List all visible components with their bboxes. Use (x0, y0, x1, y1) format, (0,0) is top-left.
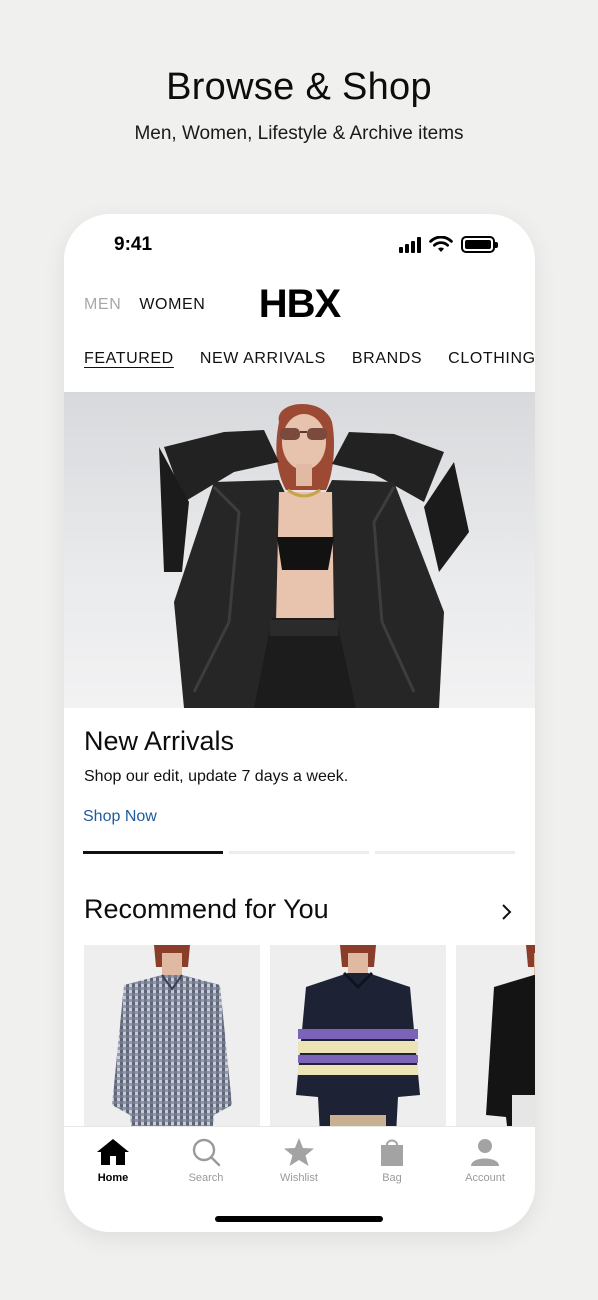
wifi-icon (429, 236, 453, 252)
carousel-indicator[interactable] (83, 851, 515, 854)
carousel-dot-2[interactable] (229, 851, 369, 854)
tab-featured[interactable]: FEATURED (84, 350, 174, 368)
recommend-title: Recommend for You (84, 894, 329, 924)
status-icons (399, 236, 498, 253)
home-icon (97, 1139, 129, 1165)
chevron-right-icon[interactable] (496, 902, 516, 922)
carousel-dot-3[interactable] (375, 851, 515, 854)
striped-polo-image (296, 945, 420, 1135)
promo-title: Browse & Shop (166, 66, 432, 108)
battery-icon (461, 236, 498, 253)
tab-bag[interactable]: Bag (352, 1137, 432, 1184)
hero-banner-image[interactable] (64, 392, 535, 708)
shop-now-link[interactable]: Shop Now (83, 808, 157, 826)
tab-brands[interactable]: BRANDS (352, 350, 422, 368)
account-icon (471, 1139, 499, 1166)
tab-new-arrivals[interactable]: NEW ARRIVALS (200, 350, 326, 368)
tab-search[interactable]: Search (166, 1137, 246, 1184)
star-icon (284, 1138, 314, 1166)
promo-subtitle: Men, Women, Lifestyle & Archive items (134, 123, 464, 144)
gingham-shirt-image (112, 945, 232, 1135)
black-cardigan-image (486, 945, 535, 1135)
signal-icon (399, 236, 421, 253)
tab-search-label: Search (188, 1172, 224, 1184)
product-card-striped-polo[interactable] (270, 945, 446, 1135)
tab-home-label: Home (97, 1172, 129, 1184)
home-indicator (215, 1216, 383, 1222)
tab-clothing[interactable]: CLOTHING (448, 350, 535, 368)
model-in-leather-jacket-image (159, 403, 469, 708)
carousel-dot-1[interactable] (83, 851, 223, 854)
tab-bag-label: Bag (382, 1172, 402, 1184)
tab-account-label: Account (465, 1172, 505, 1184)
tab-account[interactable]: Account (445, 1137, 525, 1184)
tab-wishlist[interactable]: Wishlist (259, 1137, 339, 1184)
bag-icon (381, 1139, 403, 1166)
banner-description: Shop our edit, update 7 days a week. (84, 768, 349, 785)
status-time: 9:41 (114, 234, 153, 255)
category-tabs: FEATURED NEW ARRIVALS BRANDS CLOTHING (84, 350, 535, 368)
status-bar: 9:41 (64, 214, 535, 276)
product-card-gingham-shirt[interactable] (84, 945, 260, 1135)
product-carousel (84, 945, 535, 1135)
phone-frame: 9:41 MEN WOMEN HBX FEATURED NEW ARRIVALS… (64, 214, 535, 1232)
tab-wishlist-label: Wishlist (280, 1172, 318, 1184)
banner-title: New Arrivals (84, 726, 235, 756)
hbx-logo[interactable]: HBX (64, 282, 535, 327)
tab-home[interactable]: Home (73, 1137, 153, 1184)
search-icon (192, 1138, 221, 1167)
product-card-black-cardigan[interactable] (456, 945, 535, 1135)
